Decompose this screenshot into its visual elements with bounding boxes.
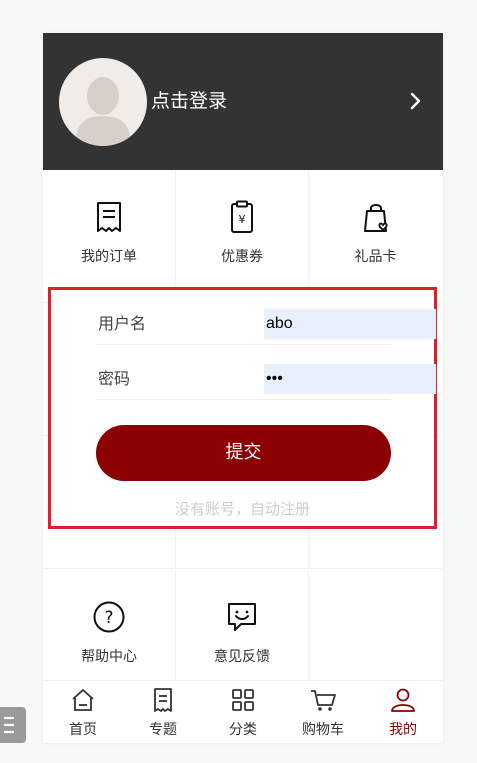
topic-icon xyxy=(154,688,172,712)
login-prompt[interactable]: 点击登录 xyxy=(151,89,227,113)
tab-category[interactable]: 分类 xyxy=(203,681,283,743)
menu-icon xyxy=(4,716,14,734)
auto-register-link[interactable]: 没有账号，自动注册 xyxy=(51,498,434,519)
username-row: 用户名 xyxy=(96,290,436,345)
username-input[interactable] xyxy=(264,309,436,339)
gift-card-icon xyxy=(363,204,388,232)
menu-item-label: 礼品卡 xyxy=(354,249,397,265)
tab-label: 购物车 xyxy=(302,722,344,738)
menu-item-label: 我的订单 xyxy=(81,249,137,265)
cart-icon xyxy=(311,690,336,711)
tab-label: 专题 xyxy=(149,722,177,738)
menu-item-coupons[interactable]: ¥ 优惠券 xyxy=(176,170,309,303)
menu-item-orders[interactable]: 我的订单 xyxy=(43,170,176,303)
menu-row: 我的订单 ¥ 优惠券 礼品卡 xyxy=(43,170,443,303)
svg-text:?: ? xyxy=(104,608,113,628)
order-list-icon xyxy=(97,202,121,232)
avatar xyxy=(59,58,147,146)
submit-button[interactable]: 提交 xyxy=(96,425,391,481)
category-icon xyxy=(232,689,254,711)
password-input[interactable] xyxy=(264,364,436,394)
password-row: 密码 xyxy=(96,345,436,400)
floating-menu-button[interactable] xyxy=(0,707,26,743)
menu-item-label: 意见反馈 xyxy=(214,649,270,665)
chevron-right-icon[interactable] xyxy=(409,89,423,113)
username-label: 用户名 xyxy=(98,314,147,333)
tab-home[interactable]: 首页 xyxy=(43,681,123,743)
tab-mine[interactable]: 我的 xyxy=(363,681,443,743)
tab-label: 首页 xyxy=(69,722,97,738)
tab-label: 我的 xyxy=(389,722,417,738)
menu-item-label: 优惠券 xyxy=(221,249,263,265)
user-icon xyxy=(391,688,415,712)
home-icon xyxy=(72,689,94,711)
help-icon: ? xyxy=(93,601,125,633)
menu-item-label: 帮助中心 xyxy=(81,649,137,665)
login-form: 用户名 密码 提交 没有账号，自动注册 xyxy=(48,287,437,529)
password-label: 密码 xyxy=(98,369,131,388)
svg-text:¥: ¥ xyxy=(239,213,246,226)
menu-item-gift-card[interactable]: 礼品卡 xyxy=(309,170,442,303)
login-header[interactable]: 点击登录 xyxy=(43,33,443,170)
tab-topic[interactable]: 专题 xyxy=(123,681,203,743)
tab-cart[interactable]: 购物车 xyxy=(283,681,363,743)
bottom-tabbar: 首页 专题 分类 购物车 我的 xyxy=(43,680,443,743)
feedback-icon xyxy=(228,603,256,631)
coupon-icon: ¥ xyxy=(231,200,253,233)
tab-label: 分类 xyxy=(229,722,257,738)
